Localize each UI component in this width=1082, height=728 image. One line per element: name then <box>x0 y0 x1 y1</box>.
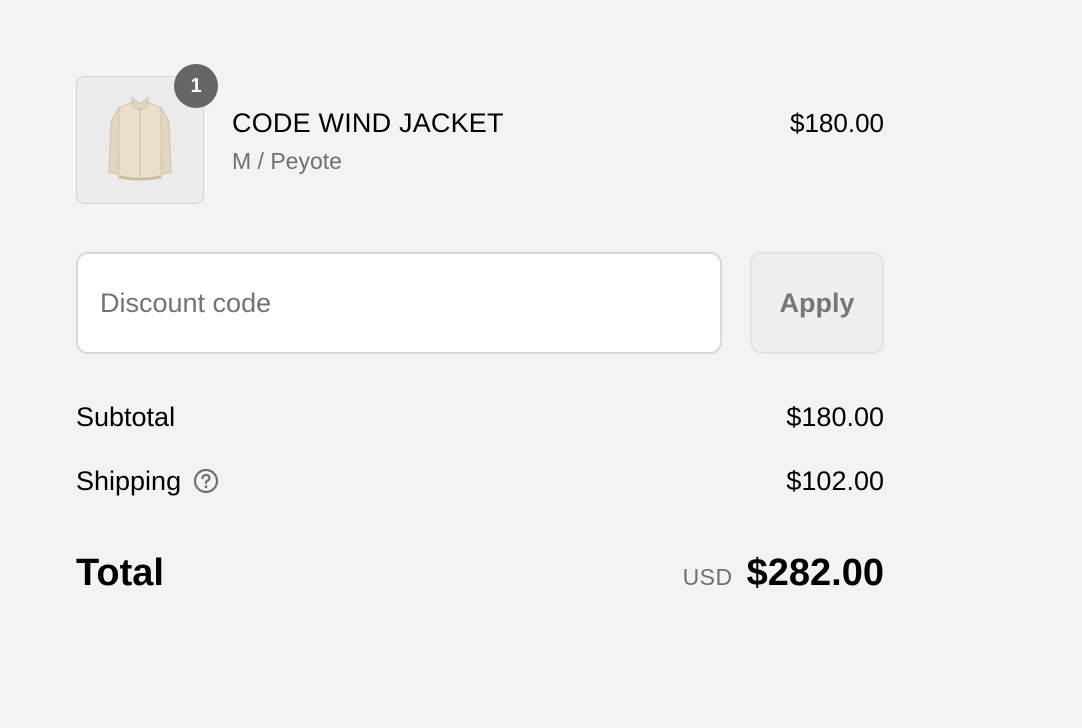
product-price: $180.00 <box>790 108 884 138</box>
subtotal-value: $180.00 <box>786 402 884 432</box>
jacket-icon <box>108 96 172 181</box>
apply-discount-button[interactable]: Apply <box>750 252 884 354</box>
total-label: Total <box>76 552 164 594</box>
shipping-value: $102.00 <box>786 466 884 496</box>
product-variant: M / Peyote <box>232 148 342 174</box>
line-item: 1 CODE WIND JACKET M / Peyote $180.00 <box>76 64 884 204</box>
jacket-image <box>92 80 188 200</box>
total-value: $282.00 <box>746 552 884 594</box>
total-amount-group: USD $282.00 <box>683 548 884 602</box>
subtotal-label: Subtotal <box>76 402 176 432</box>
order-summary: 1 CODE WIND JACKET M / Peyote $180.00 Ap… <box>76 64 884 594</box>
question-circle-icon[interactable] <box>193 468 219 494</box>
total-row: Total USD $282.00 <box>76 548 884 598</box>
shipping-label-group: Shipping <box>76 463 219 499</box>
discount-row: Apply <box>76 252 884 354</box>
quantity-badge: 1 <box>174 64 218 108</box>
product-thumbnail-wrapper: 1 <box>76 64 218 204</box>
subtotal-row: Subtotal $180.00 <box>76 399 884 435</box>
shipping-label: Shipping <box>76 466 182 496</box>
product-title: CODE WIND JACKET <box>232 108 504 138</box>
currency-code: USD <box>682 564 733 590</box>
discount-code-input[interactable] <box>76 252 722 354</box>
shipping-row: Shipping $102.00 <box>76 463 884 499</box>
